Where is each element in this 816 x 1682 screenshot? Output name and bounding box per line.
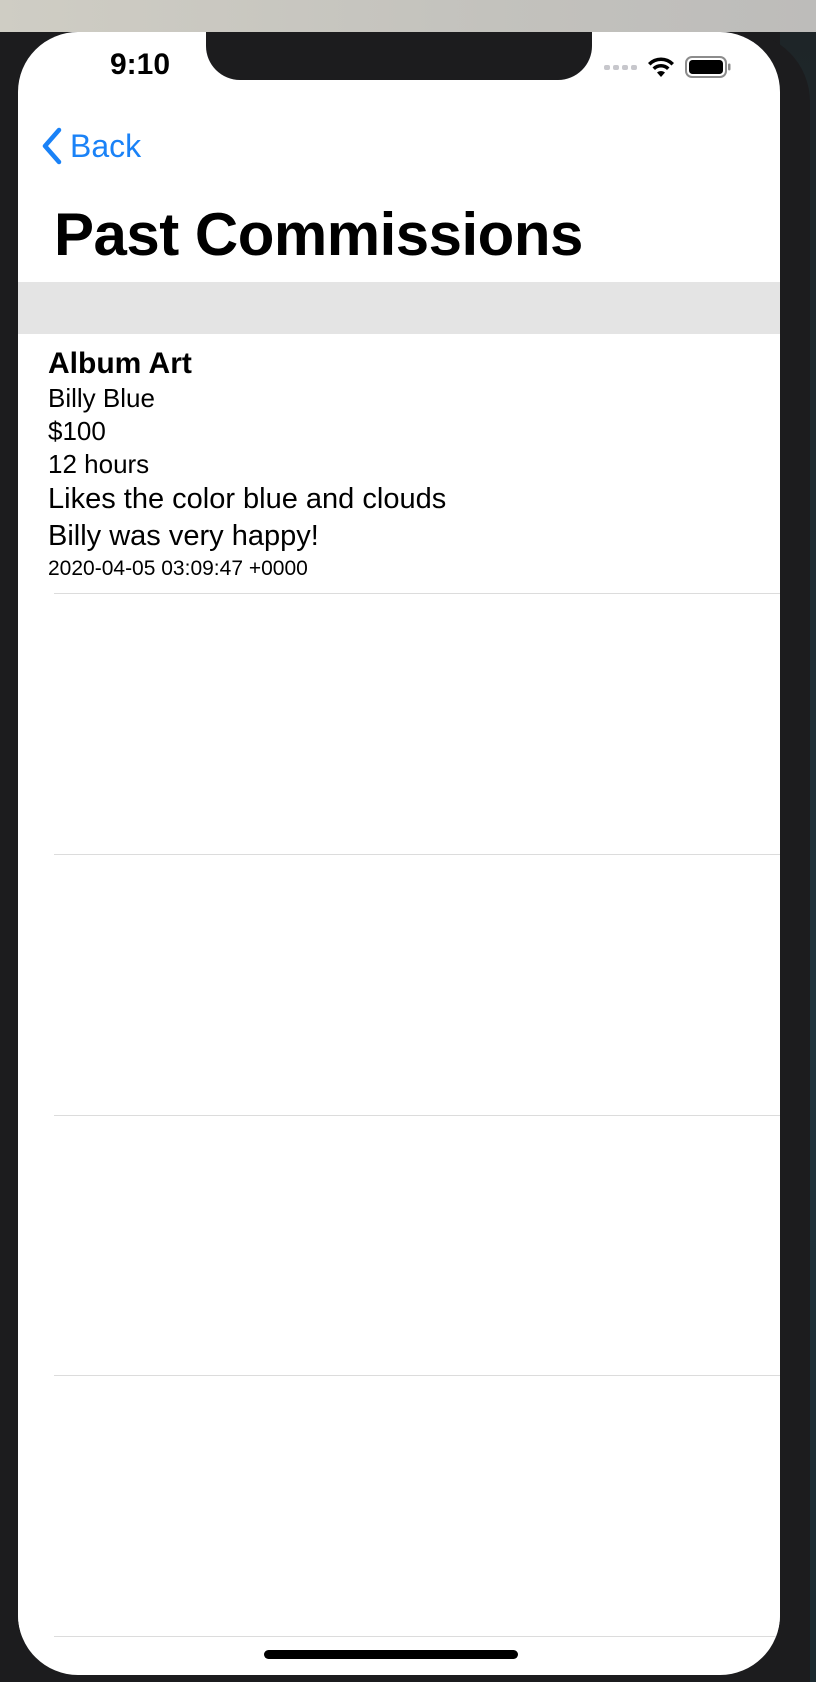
- status-icons: [604, 54, 731, 80]
- section-header: [18, 282, 780, 334]
- row-separator: [54, 1636, 780, 1637]
- commission-price: $100: [48, 416, 106, 446]
- commission-title: Album Art: [48, 347, 192, 380]
- status-time: 9:10: [109, 48, 171, 81]
- chevron-left-icon: [42, 127, 62, 165]
- desktop-background: [0, 0, 816, 32]
- commission-hours: 12 hours: [48, 449, 150, 479]
- battery-icon: [685, 56, 731, 78]
- empty-row: [18, 594, 780, 855]
- commission-details: Album Art Billy Blue $100 12 hours Likes…: [48, 346, 446, 583]
- commission-feedback: Billy was very happy!: [48, 520, 319, 552]
- empty-row: [18, 1376, 780, 1637]
- back-button[interactable]: Back: [40, 124, 141, 168]
- signal-dots-icon: [604, 64, 637, 70]
- commission-date: 2020-04-05 03:09:47 +0000: [48, 557, 308, 580]
- page-title: Past Commissions: [54, 201, 583, 268]
- commission-notes: Likes the color blue and clouds: [48, 483, 447, 515]
- back-label: Back: [70, 127, 142, 164]
- home-indicator[interactable]: [264, 1650, 518, 1659]
- device-notch: [206, 32, 592, 80]
- empty-row: [18, 855, 780, 1116]
- phone-screen: 9:10 Back Past Commissions Album Art Bil…: [18, 32, 780, 1675]
- commission-client: Billy Blue: [48, 383, 155, 413]
- empty-row: [18, 1116, 780, 1376]
- wifi-icon: [648, 57, 674, 77]
- commission-row[interactable]: Album Art Billy Blue $100 12 hours Likes…: [18, 334, 780, 594]
